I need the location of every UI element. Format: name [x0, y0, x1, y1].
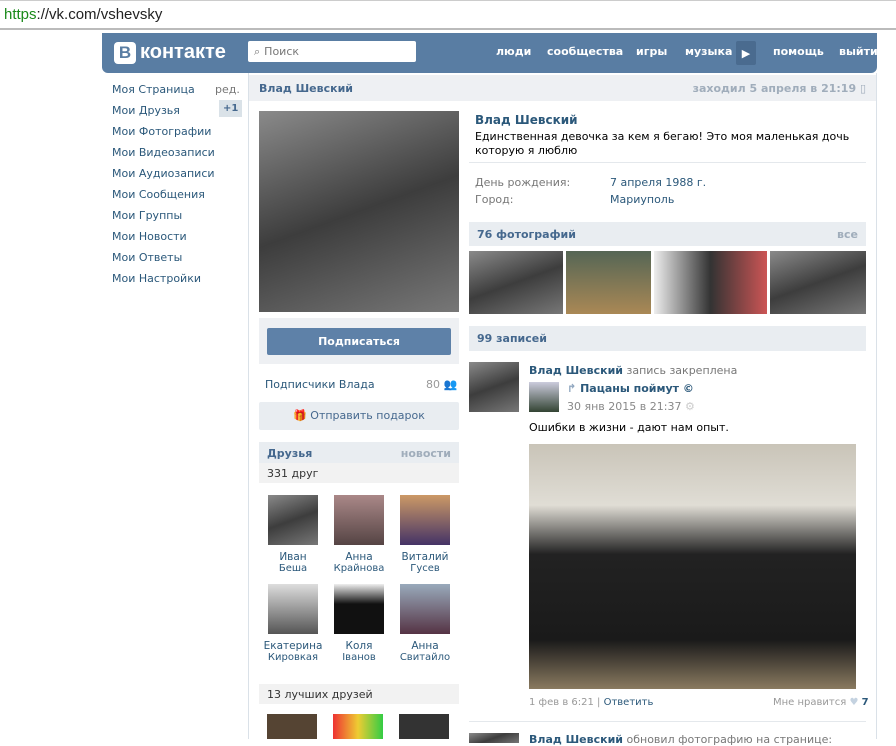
birthday-label: День рождения: [475, 176, 571, 189]
post-footer: 1 фев в 6:21 | Ответить [529, 697, 654, 708]
profile-header: Влад Шевский заходил 5 апреля в 21:19 ▯ [249, 75, 876, 101]
post-image[interactable] [529, 444, 856, 689]
play-icon[interactable]: ▶ [736, 41, 756, 65]
profile-name: Влад Шевский [475, 113, 578, 127]
profile-photo[interactable] [259, 111, 459, 312]
photo-thumb[interactable] [469, 251, 563, 314]
sidebar-item-videos[interactable]: Мои Видеозаписи [112, 146, 215, 159]
photo-thumb[interactable] [566, 251, 651, 314]
friend-item[interactable]: Иван Беша [263, 495, 323, 574]
photos-header: 76 фотографий все [469, 222, 866, 246]
sidebar-item-photos[interactable]: Мои Фотографии [112, 125, 211, 138]
friend-item[interactable]: Анна Крайнова [329, 495, 389, 574]
repost-date[interactable]: 30 янв 2015 в 21:37 ⚙ [567, 400, 695, 413]
friends-badge[interactable]: +1 [219, 100, 243, 117]
best-friends-header[interactable]: 13 лучших друзей [259, 684, 459, 704]
sidebar-item-news[interactable]: Мои Новости [112, 230, 187, 243]
nav-games[interactable]: игры [636, 45, 667, 58]
vk-logo[interactable]: Вконтакте [114, 41, 226, 64]
nav-communities[interactable]: сообщества [547, 45, 623, 58]
repost-source[interactable]: ↱ Пацаны поймут © [567, 382, 694, 395]
sidebar-item-messages[interactable]: Мои Сообщения [112, 188, 205, 201]
gear-icon: ⚙ [684, 400, 695, 413]
repost-avatar[interactable] [529, 382, 559, 412]
subscribe-button[interactable]: Подписаться [267, 328, 451, 355]
profile-status: Единственная девочка за кем я бегаю! Это… [475, 130, 850, 157]
nav-logout[interactable]: выйти [839, 45, 878, 58]
search-input[interactable]: ⌕ Поиск [248, 41, 416, 62]
last-seen: заходил 5 апреля в 21:19 ▯ [692, 82, 866, 95]
friend-item[interactable]: Анна Свитайло [395, 584, 455, 663]
send-gift-button[interactable]: 🎁 Отправить подарок [259, 402, 459, 430]
post-header: Влад Шевский запись закреплена [529, 364, 738, 377]
nav-people[interactable]: люди [496, 45, 531, 58]
friends-count[interactable]: 331 друг [259, 463, 459, 483]
repost-icon: ↱ [567, 382, 577, 395]
best-friend-photo[interactable] [399, 714, 449, 739]
sidebar-item-friends[interactable]: Мои Друзья [112, 104, 180, 117]
reply-link[interactable]: Ответить [604, 697, 654, 708]
divider [469, 721, 866, 722]
friends-header: Друзья новости [259, 442, 459, 463]
nav-music[interactable]: музыка [685, 45, 732, 58]
followers-count: 80 👥 [426, 378, 458, 391]
best-friend-photo[interactable] [333, 714, 383, 739]
city-value[interactable]: Мариуполь [610, 193, 674, 206]
post-author-avatar[interactable] [469, 733, 519, 743]
best-friend-photo[interactable] [267, 714, 317, 739]
sidebar-item-groups[interactable]: Мои Группы [112, 209, 182, 222]
nav-help[interactable]: помощь [773, 45, 824, 58]
friend-item[interactable]: Виталий Гусев [395, 495, 455, 574]
address-bar[interactable]: https://vk.com/vshevsky [0, 0, 896, 30]
city-label: Город: [475, 193, 514, 206]
divider [469, 162, 866, 163]
post-date[interactable]: 1 фев в 6:21 [529, 697, 594, 708]
top-header: Вконтакте ⌕ Поиск люди сообщества игры му… [102, 33, 878, 73]
friend-item[interactable]: Коля Iванов [329, 584, 389, 663]
photo-thumb[interactable] [770, 251, 866, 314]
search-icon: ⌕ [254, 45, 261, 58]
followers-link[interactable]: Подписчики Влада [265, 378, 375, 391]
sidebar-item-settings[interactable]: Мои Настройки [112, 272, 201, 285]
like-button[interactable]: Мне нравится ♥ 7 [773, 697, 869, 708]
friends-grid: Иван Беша Анна Крайнова Виталий Гусев Екате… [263, 495, 455, 663]
heart-icon: ♥ [849, 697, 859, 708]
photo-thumb[interactable] [654, 251, 767, 314]
edit-link[interactable]: ред. [215, 83, 240, 96]
wall-header: 99 записей [469, 326, 866, 351]
post-text: Ошибки в жизни - дают нам опыт. [529, 421, 729, 434]
sidebar-item-answers[interactable]: Мои Ответы [112, 251, 182, 264]
post-author-avatar[interactable] [469, 362, 519, 412]
gift-icon: 🎁 [293, 409, 307, 422]
people-icon: 👥 [443, 378, 458, 391]
sidebar-item-audio[interactable]: Мои Аудиозаписи [112, 167, 215, 180]
post2-header: Влад Шевский обновил фотографию на стран… [529, 733, 833, 746]
sidebar-item-my-page[interactable]: Моя Страница [112, 83, 195, 96]
friend-item[interactable]: Екатерина Кировкая [263, 584, 323, 663]
birthday-value[interactable]: 7 апреля 1988 г. [610, 176, 706, 189]
